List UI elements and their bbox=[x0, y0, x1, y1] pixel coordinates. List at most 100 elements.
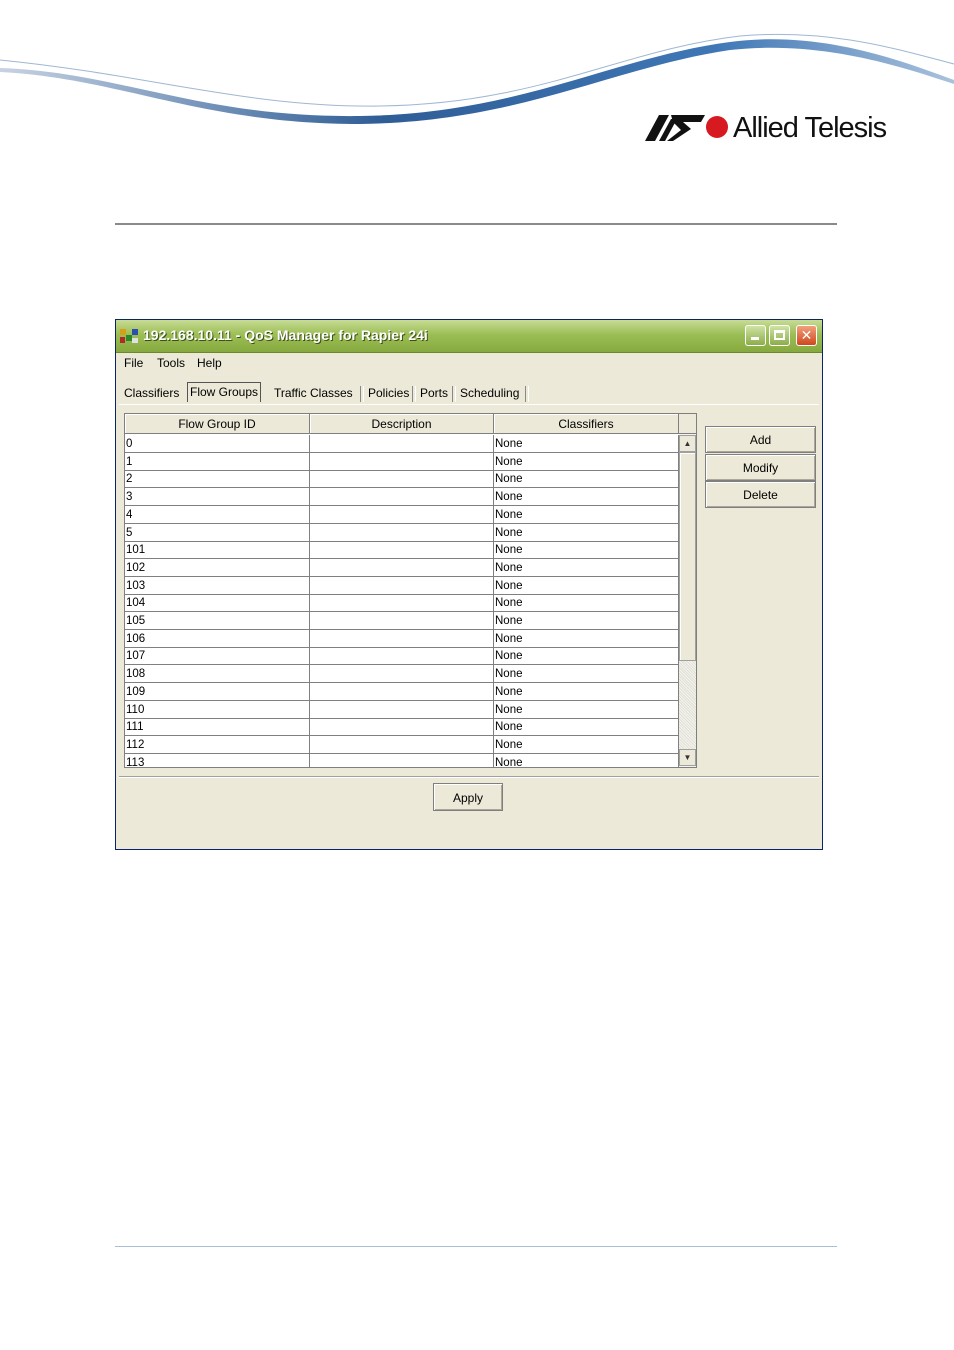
cell-flow-group-id: 106 bbox=[125, 629, 310, 648]
app-icon bbox=[120, 329, 138, 343]
cell-flow-group-id: 113 bbox=[125, 753, 310, 767]
table-row[interactable]: 113 None bbox=[125, 753, 679, 767]
table-row[interactable]: 106 None bbox=[125, 629, 679, 648]
cell-classifiers: None bbox=[494, 558, 679, 577]
cell-classifiers: None bbox=[494, 435, 679, 453]
cell-description bbox=[310, 435, 494, 453]
tab-policies[interactable]: Policies bbox=[366, 384, 411, 403]
cell-description bbox=[310, 470, 494, 489]
menu-tools[interactable]: Tools bbox=[157, 356, 185, 370]
cell-description bbox=[310, 718, 494, 737]
add-button[interactable]: Add bbox=[705, 426, 816, 453]
table-header: Flow Group ID Description Classifiers bbox=[125, 414, 679, 435]
cell-classifiers: None bbox=[494, 718, 679, 737]
table-row[interactable]: 3 None bbox=[125, 488, 679, 507]
cell-description bbox=[310, 735, 494, 754]
cell-flow-group-id: 104 bbox=[125, 594, 310, 613]
table-row[interactable]: 1 None bbox=[125, 452, 679, 471]
table-row[interactable]: 112 None bbox=[125, 735, 679, 754]
scroll-down-button[interactable]: ▼ bbox=[679, 749, 696, 766]
apply-button[interactable]: Apply bbox=[433, 783, 503, 811]
cell-flow-group-id: 102 bbox=[125, 558, 310, 577]
table-row[interactable]: 101 None bbox=[125, 541, 679, 560]
cell-flow-group-id: 1 bbox=[125, 452, 310, 471]
table-row[interactable]: 4 None bbox=[125, 505, 679, 524]
table-row[interactable]: 108 None bbox=[125, 665, 679, 684]
cell-flow-group-id: 103 bbox=[125, 576, 310, 595]
cell-classifiers: None bbox=[494, 594, 679, 613]
scroll-up-button[interactable]: ▲ bbox=[679, 435, 696, 452]
cell-classifiers: None bbox=[494, 735, 679, 754]
table-row[interactable]: 5 None bbox=[125, 523, 679, 542]
modify-button[interactable]: Modify bbox=[705, 454, 816, 481]
cell-description bbox=[310, 488, 494, 507]
cell-description bbox=[310, 558, 494, 577]
tab-separator bbox=[360, 386, 364, 402]
cell-flow-group-id: 108 bbox=[125, 665, 310, 684]
table-row[interactable]: 109 None bbox=[125, 682, 679, 701]
title-bar[interactable]: 192.168.10.11 - QoS Manager for Rapier 2… bbox=[116, 320, 822, 353]
tab-panel-border bbox=[119, 404, 819, 405]
cell-flow-group-id: 0 bbox=[125, 435, 310, 453]
column-header-description[interactable]: Description bbox=[310, 414, 494, 434]
tab-traffic-classes[interactable]: Traffic Classes bbox=[272, 384, 355, 403]
cell-classifiers: None bbox=[494, 629, 679, 648]
tab-separator bbox=[452, 386, 456, 402]
window-title: 192.168.10.11 - QoS Manager for Rapier 2… bbox=[143, 327, 428, 343]
cell-flow-group-id: 105 bbox=[125, 612, 310, 630]
cell-description bbox=[310, 505, 494, 524]
cell-flow-group-id: 5 bbox=[125, 523, 310, 542]
table-row[interactable]: 2 None bbox=[125, 470, 679, 489]
cell-classifiers: None bbox=[494, 505, 679, 524]
table-row[interactable]: 103 None bbox=[125, 576, 679, 595]
tab-separator bbox=[525, 386, 529, 402]
close-button[interactable]: ✕ bbox=[796, 325, 817, 346]
cell-flow-group-id: 101 bbox=[125, 541, 310, 560]
cell-classifiers: None bbox=[494, 541, 679, 560]
cell-description bbox=[310, 541, 494, 560]
table-row[interactable]: 111 None bbox=[125, 718, 679, 737]
table-row[interactable]: 102 None bbox=[125, 558, 679, 577]
minimize-icon bbox=[751, 337, 759, 340]
maximize-button[interactable] bbox=[769, 325, 790, 346]
close-icon: ✕ bbox=[800, 327, 813, 343]
delete-button[interactable]: Delete bbox=[705, 481, 816, 508]
cell-flow-group-id: 3 bbox=[125, 488, 310, 507]
menu-bar: File Tools Help bbox=[116, 353, 822, 373]
cell-flow-group-id: 112 bbox=[125, 735, 310, 754]
cell-classifiers: None bbox=[494, 612, 679, 630]
tab-flow-groups[interactable]: Flow Groups bbox=[187, 382, 262, 402]
cell-description bbox=[310, 665, 494, 684]
tab-ports[interactable]: Ports bbox=[418, 384, 450, 403]
footer-rule bbox=[115, 1246, 837, 1247]
table-row[interactable]: 105 None bbox=[125, 612, 679, 630]
cell-description bbox=[310, 576, 494, 595]
cell-description bbox=[310, 452, 494, 471]
cell-description bbox=[310, 700, 494, 719]
cell-flow-group-id: 107 bbox=[125, 647, 310, 666]
column-header-flow-group-id[interactable]: Flow Group ID bbox=[125, 414, 310, 434]
vertical-scrollbar[interactable]: ▲ ▼ bbox=[679, 414, 696, 767]
flow-groups-table: Flow Group ID Description Classifiers 0 N… bbox=[124, 413, 697, 768]
app-window: 192.168.10.11 - QoS Manager for Rapier 2… bbox=[115, 319, 823, 850]
header-swoosh bbox=[0, 33, 954, 124]
arrow-up-icon: ▲ bbox=[683, 439, 692, 448]
cell-classifiers: None bbox=[494, 576, 679, 595]
table-row[interactable]: 104 None bbox=[125, 594, 679, 613]
scroll-thumb[interactable] bbox=[679, 452, 696, 661]
allied-telesis-logo-icon bbox=[645, 115, 728, 141]
table-row[interactable]: 107 None bbox=[125, 647, 679, 666]
tab-classifiers[interactable]: Classifiers bbox=[122, 384, 181, 403]
column-header-classifiers[interactable]: Classifiers bbox=[494, 414, 679, 434]
table-row[interactable]: 110 None bbox=[125, 700, 679, 719]
table-row[interactable]: 0 None bbox=[125, 435, 679, 453]
arrow-down-icon: ▼ bbox=[683, 753, 692, 762]
minimize-button[interactable] bbox=[745, 325, 766, 346]
cell-classifiers: None bbox=[494, 682, 679, 701]
cell-flow-group-id: 2 bbox=[125, 470, 310, 489]
cell-classifiers: None bbox=[494, 523, 679, 542]
cell-description bbox=[310, 523, 494, 542]
menu-help[interactable]: Help bbox=[197, 356, 222, 370]
menu-file[interactable]: File bbox=[124, 356, 143, 370]
tab-scheduling[interactable]: Scheduling bbox=[458, 384, 521, 403]
